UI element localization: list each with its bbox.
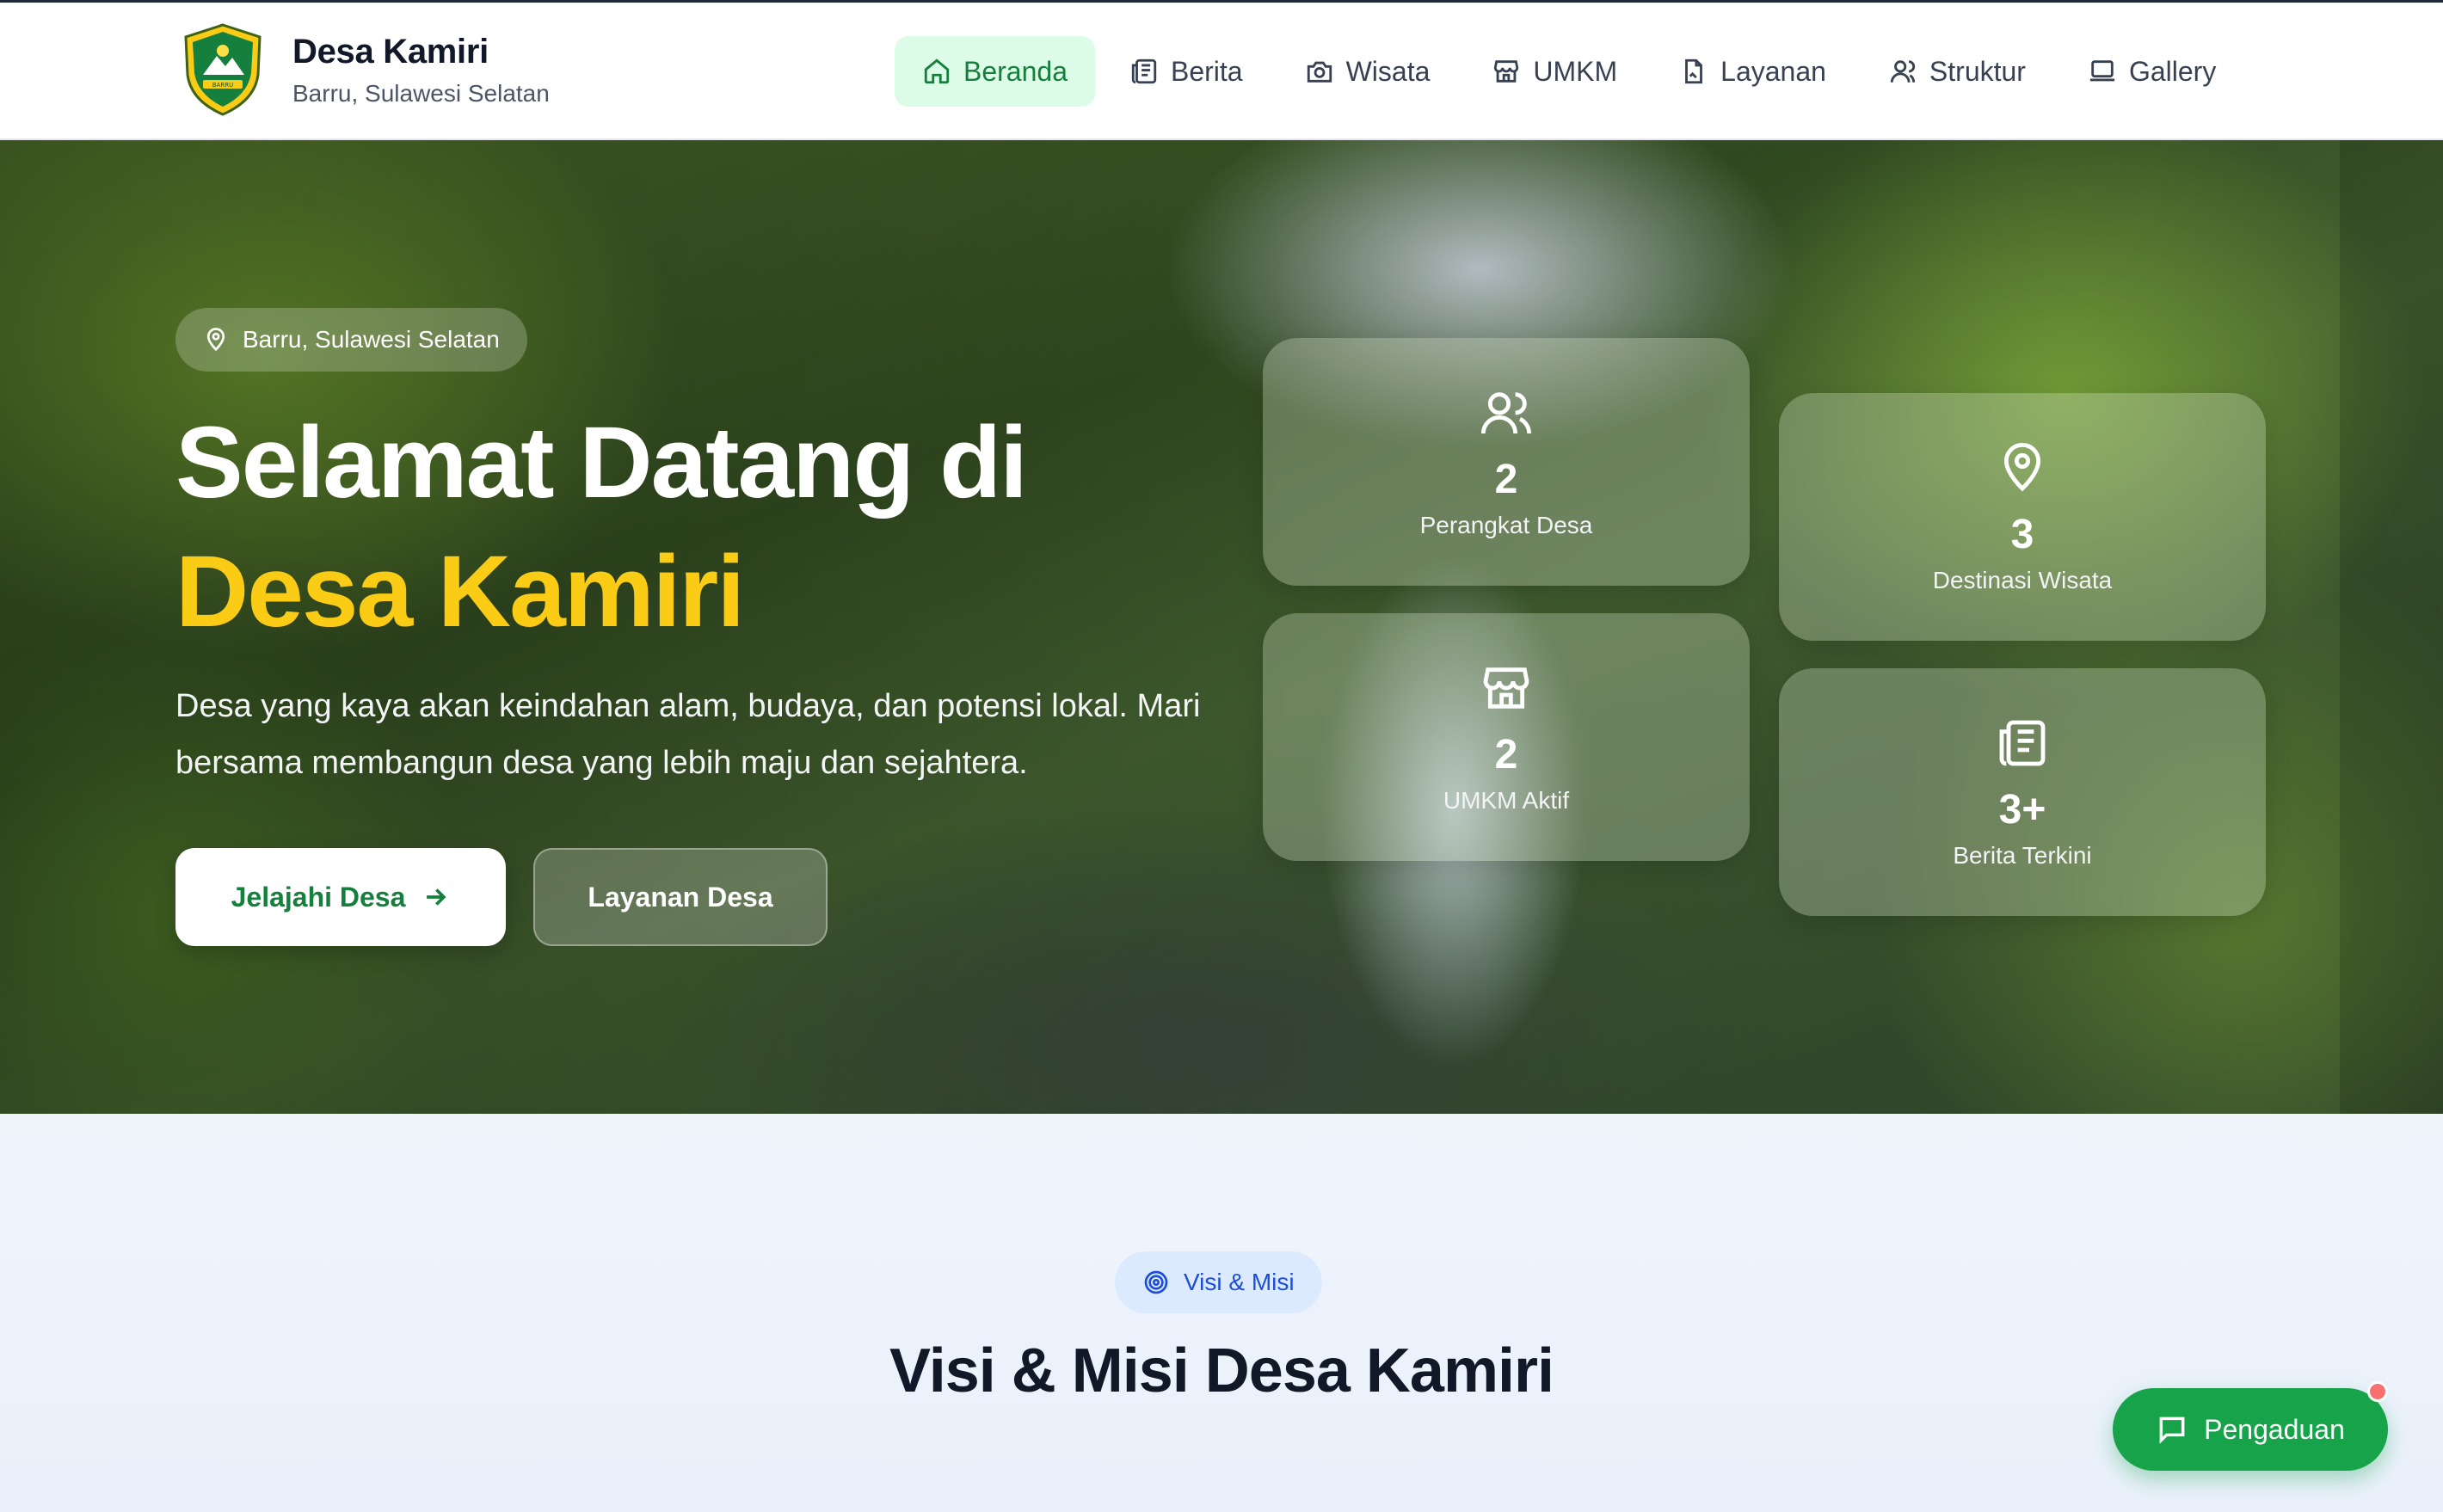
nav-label: Berita <box>1170 55 1243 87</box>
stat-label: UMKM Aktif <box>1443 786 1570 814</box>
nav-label: Layanan <box>1720 55 1826 87</box>
stat-label: Perangkat Desa <box>1419 511 1593 538</box>
nav-layanan[interactable]: Layanan <box>1652 36 1854 107</box>
complaint-label: Pengaduan <box>2204 1413 2345 1445</box>
stat-value: 3 <box>2010 511 2034 557</box>
nav-label: Beranda <box>963 55 1068 87</box>
document-icon <box>1685 58 1703 84</box>
nav-wisata[interactable]: Wisata <box>1277 36 1458 107</box>
notification-dot <box>2367 1381 2388 1402</box>
nav-beranda[interactable]: Beranda <box>895 36 1095 107</box>
hero-title-line1: Selamat Datang di <box>175 406 1028 519</box>
home-icon <box>924 58 950 84</box>
village-emblem-icon: BARRU <box>184 23 262 116</box>
site-header: BARRU Desa Kamiri Barru, Sulawesi Selata… <box>0 3 2443 140</box>
explore-village-button[interactable]: Jelajahi Desa <box>175 848 506 946</box>
stat-label: Destinasi Wisata <box>1932 566 2113 593</box>
store-icon <box>1494 60 1519 83</box>
hero-title: Selamat Datang di Desa Kamiri <box>175 398 1028 656</box>
user-icon <box>1890 60 1916 83</box>
hero-section: Barru, Sulawesi Selatan Selamat Datang d… <box>0 140 2443 1114</box>
arrow-right-icon <box>427 888 446 906</box>
chat-icon <box>2159 1417 2185 1444</box>
map-pin-icon <box>206 328 225 352</box>
hero-edge-band <box>2340 140 2443 1114</box>
main-nav: Beranda Berita Wisata UMKM Layanan Struk… <box>895 36 2243 107</box>
stat-label: Berita Terkini <box>1953 841 2092 869</box>
monitor-icon <box>2089 60 2115 82</box>
stat-value: 3+ <box>1998 786 2046 833</box>
visi-misi-badge: Visi & Misi <box>1115 1251 1322 1313</box>
nav-label: Wisata <box>1345 55 1431 87</box>
complaint-button[interactable]: Pengaduan <box>2113 1381 2388 1471</box>
location-badge: Barru, Sulawesi Selatan <box>175 308 527 372</box>
stat-card-berita: 3+ Berita Terkini <box>1779 668 2266 916</box>
camera-icon <box>1307 61 1332 83</box>
visi-misi-title: Visi & Misi Desa Kamiri <box>889 1337 1554 1405</box>
nav-struktur[interactable]: Struktur <box>1861 36 2053 107</box>
brand[interactable]: BARRU Desa Kamiri Barru, Sulawesi Selata… <box>181 22 550 118</box>
visi-misi-badge-label: Visi & Misi <box>1184 1269 1295 1295</box>
brand-title: Desa Kamiri <box>292 32 489 71</box>
stat-value: 2 <box>1494 456 1518 502</box>
services-button-label: Layanan Desa <box>588 881 773 913</box>
stat-card-perangkat: 2 Perangkat Desa <box>1263 338 1750 586</box>
nav-berita[interactable]: Berita <box>1102 36 1271 107</box>
location-text: Barru, Sulawesi Selatan <box>243 326 500 353</box>
hero-description: Desa yang kaya akan keindahan alam, buda… <box>175 688 1201 781</box>
hero-title-village-name: Desa Kamiri <box>175 535 745 648</box>
brand-subtitle: Barru, Sulawesi Selatan <box>292 79 550 107</box>
visi-misi-section: Visi & Misi Visi & Misi Desa Kamiri <box>0 1114 2443 1512</box>
village-services-button[interactable]: Layanan Desa <box>533 848 828 946</box>
stat-card-umkm: 2 UMKM Aktif <box>1263 613 1750 861</box>
stat-card-wisata: 3 Destinasi Wisata <box>1779 393 2266 641</box>
newspaper-icon <box>1999 720 2046 765</box>
logo-text: BARRU <box>212 82 233 89</box>
nav-umkm[interactable]: UMKM <box>1464 36 1645 107</box>
nav-label: Struktur <box>1929 55 2026 87</box>
users-icon <box>1480 391 1532 433</box>
newspaper-icon <box>1131 58 1157 84</box>
nav-label: Gallery <box>2128 55 2217 87</box>
nav-gallery[interactable]: Gallery <box>2060 36 2243 107</box>
store-icon <box>1483 667 1529 709</box>
explore-button-label: Jelajahi Desa <box>231 881 406 913</box>
nav-label: UMKM <box>1533 55 1618 87</box>
stat-value: 2 <box>1494 731 1518 778</box>
map-pin-icon <box>2003 442 2041 491</box>
target-icon <box>1144 1270 1168 1294</box>
